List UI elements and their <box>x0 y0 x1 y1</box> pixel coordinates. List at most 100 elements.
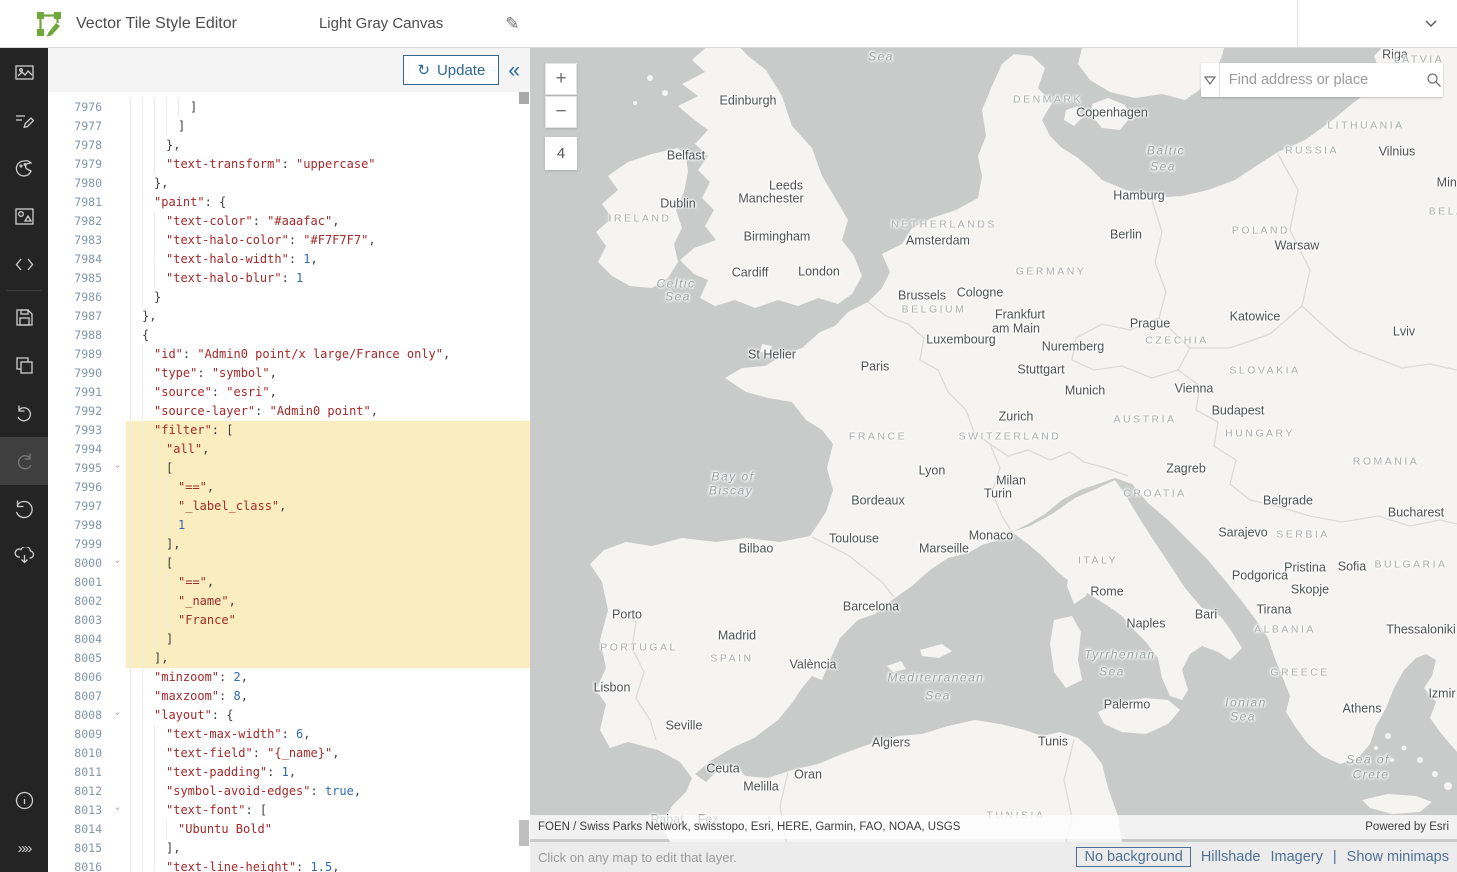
toolbar-quick-edit-button[interactable] <box>0 96 48 144</box>
search-button[interactable] <box>1425 63 1443 97</box>
line-number: 7996 <box>74 480 102 494</box>
code-line[interactable]: 8014 "Ubuntu Bold" <box>48 820 530 839</box>
toolbar-sprites-button[interactable] <box>0 192 48 240</box>
line-number: 8015 <box>74 841 102 855</box>
toolbar-info-button[interactable] <box>0 776 48 824</box>
line-number: 8005 <box>74 651 102 665</box>
code-line[interactable]: 7985 "text-halo-blur": 1 <box>48 269 530 288</box>
code-line[interactable]: 7995 ›[ <box>48 459 530 478</box>
background-option-no-background[interactable]: No background <box>1076 847 1191 867</box>
code-line[interactable]: 7978}, <box>48 136 530 155</box>
account-chevron-down-icon[interactable] <box>1424 18 1438 28</box>
line-number: 8006 <box>74 670 102 684</box>
code-line[interactable]: 7982 "text-color": "#aaafac", <box>48 212 530 231</box>
editor-scrollbar[interactable] <box>518 92 530 872</box>
code-line[interactable]: 7993 "filter": [ <box>48 421 530 440</box>
toolbar-expand-button[interactable]: »» <box>0 824 48 872</box>
zoom-in-button[interactable]: + <box>545 63 577 95</box>
code-line[interactable]: 8009 "text-max-width": 6, <box>48 725 530 744</box>
line-number: 7986 <box>74 290 102 304</box>
code-line[interactable]: 7987}, <box>48 307 530 326</box>
code-line[interactable]: 7989 "id": "Admin0 point/x large/France o… <box>48 345 530 364</box>
toolbar-edit-by-color-button[interactable] <box>0 144 48 192</box>
refresh-icon: ↻ <box>417 62 430 79</box>
background-option-imagery[interactable]: Imagery <box>1270 849 1322 865</box>
code-line[interactable]: 7988 { <box>48 326 530 345</box>
code-line[interactable]: 7996 "==", <box>48 478 530 497</box>
fold-column <box>108 820 126 839</box>
fold-column <box>108 326 126 345</box>
code-line[interactable]: 7994 "all", <box>48 440 530 459</box>
code-line[interactable]: 8008 › "layout": { <box>48 706 530 725</box>
update-button[interactable]: ↻ Update <box>403 55 500 85</box>
code-line[interactable]: 8013 › "text-font": [ <box>48 801 530 820</box>
code-text: "text-transform": "uppercase" <box>126 155 530 174</box>
search-box <box>1201 63 1443 97</box>
code-area[interactable]: 7976] 7977] 7978}, 7979 "text-transform": "u… <box>48 92 530 872</box>
search-icon <box>1427 73 1441 87</box>
fold-column <box>108 611 126 630</box>
fold-column <box>108 174 126 193</box>
code-line[interactable]: 8002 "_name", <box>48 592 530 611</box>
code-text: "layout": { <box>126 706 530 725</box>
code-line[interactable]: 8011 "text-padding": 1, <box>48 763 530 782</box>
code-line[interactable]: 7983 "text-halo-color": "#F7F7F7", <box>48 231 530 250</box>
show-minimaps-toggle[interactable]: Show minimaps <box>1347 849 1449 865</box>
code-line[interactable]: 7976] <box>48 98 530 117</box>
code-line[interactable]: 7980}, <box>48 174 530 193</box>
code-text: ] <box>126 117 530 136</box>
fold-chevron-icon[interactable]: › <box>108 459 126 478</box>
fold-column <box>108 231 126 250</box>
code-line[interactable]: 8005], <box>48 649 530 668</box>
duplicate-icon <box>15 356 33 374</box>
fold-column <box>108 307 126 326</box>
code-line[interactable]: 7990 "type": "symbol", <box>48 364 530 383</box>
code-line[interactable]: 7999], <box>48 535 530 554</box>
fold-chevron-icon[interactable]: › <box>108 554 126 573</box>
code-line[interactable]: 7992 "source-layer": "Admin0 point", <box>48 402 530 421</box>
code-line[interactable]: 8007 "maxzoom": 8, <box>48 687 530 706</box>
map-view[interactable]: Sea Riga LATVIA Edinburgh DENMARK Copenhagen L… <box>530 48 1457 842</box>
code-line[interactable]: 7984 "text-halo-width": 1, <box>48 250 530 269</box>
code-line[interactable]: 7977] <box>48 117 530 136</box>
fold-column <box>108 250 126 269</box>
toolbar-revert-button[interactable] <box>0 485 48 533</box>
toolbar-save-button[interactable] <box>0 293 48 341</box>
fold-chevron-icon[interactable]: › <box>108 801 126 820</box>
line-number: 7984 <box>74 252 102 266</box>
code-line[interactable]: 8015], <box>48 839 530 858</box>
toolbar-export-button[interactable] <box>0 533 48 581</box>
code-line[interactable]: 8003 "France" <box>48 611 530 630</box>
edit-style-name-icon[interactable]: ✎ <box>505 14 519 34</box>
code-line[interactable]: 8012 "symbol-avoid-edges": true, <box>48 782 530 801</box>
code-line[interactable]: 7998 1 <box>48 516 530 535</box>
background-option-hillshade[interactable]: Hillshade <box>1201 849 1261 865</box>
search-input[interactable] <box>1219 63 1425 97</box>
code-text: ], <box>126 839 530 858</box>
code-line[interactable]: 8001 "==", <box>48 573 530 592</box>
update-label: Update <box>436 61 486 79</box>
toolbar-code-button[interactable] <box>0 240 48 288</box>
toolbar-undo-button[interactable] <box>0 389 48 437</box>
code-text: { <box>126 326 530 345</box>
scrollbar-thumb[interactable] <box>519 820 529 846</box>
code-line[interactable]: 7986} <box>48 288 530 307</box>
fold-chevron-icon[interactable]: › <box>108 706 126 725</box>
code-line[interactable]: 7991 "source": "esri", <box>48 383 530 402</box>
code-line[interactable]: 8000 ›[ <box>48 554 530 573</box>
code-line[interactable]: 7979 "text-transform": "uppercase" <box>48 155 530 174</box>
code-line[interactable]: 8016 "text-line-height": 1.5, <box>48 858 530 872</box>
toolbar-layer-styles-button[interactable] <box>0 48 48 96</box>
fold-column <box>108 839 126 858</box>
code-line[interactable]: 8004] <box>48 630 530 649</box>
zoom-out-button[interactable]: − <box>545 96 577 128</box>
search-dropdown-button[interactable] <box>1201 63 1220 97</box>
fold-column <box>108 421 126 440</box>
code-line[interactable]: 8006 "minzoom": 2, <box>48 668 530 687</box>
collapse-panel-icon[interactable]: « <box>508 60 520 81</box>
code-text: "source-layer": "Admin0 point", <box>126 402 530 421</box>
code-line[interactable]: 8010 "text-field": "{_name}", <box>48 744 530 763</box>
code-line[interactable]: 7997 "_label_class", <box>48 497 530 516</box>
toolbar-save-as-button[interactable] <box>0 341 48 389</box>
code-line[interactable]: 7981 "paint": { <box>48 193 530 212</box>
